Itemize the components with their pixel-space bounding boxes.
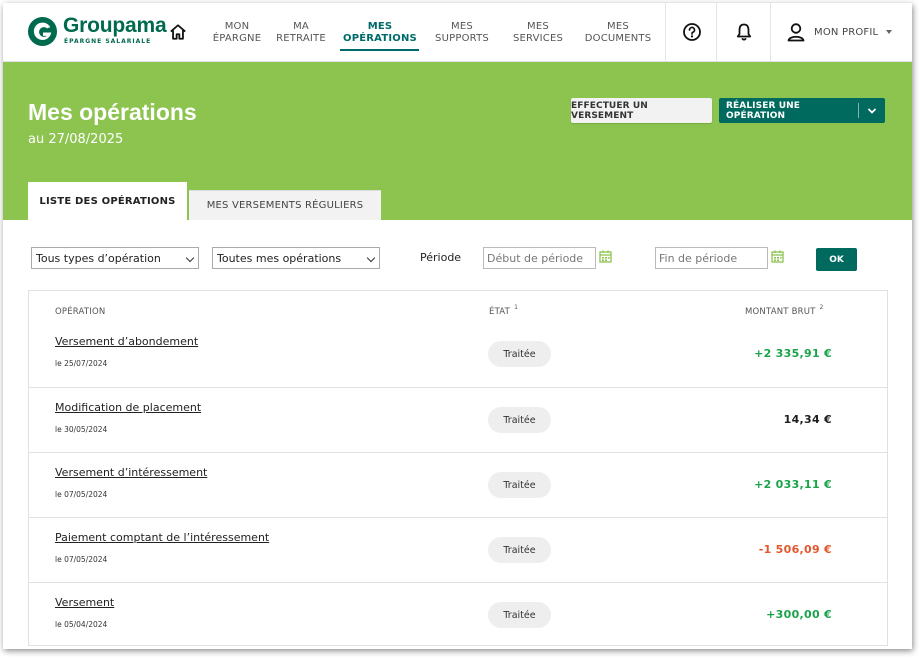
operation-date: le 25/07/2024 (55, 359, 108, 368)
page-title: Mes opérations (28, 99, 197, 125)
operations-table: OPÉRATION ÉTAT 1 MONTANT BRUT 2 Versement … (28, 290, 888, 646)
chevron-down-icon (366, 253, 376, 263)
operation-link[interactable]: Versement d’intéressement (55, 466, 207, 479)
type-operation-value: Tous types d’opération (36, 251, 161, 265)
header-divider (716, 3, 717, 62)
caret-down-icon (886, 30, 893, 34)
nav-label-line1: MA (293, 21, 309, 32)
nav-mes-operations[interactable]: MES OPÉRATIONS (339, 21, 421, 45)
table-row: Versement d’intéressement le 07/05/2024 … (29, 452, 887, 517)
column-header-etat: ÉTAT 1 (489, 304, 519, 317)
footnote-marker: 1 (514, 304, 519, 311)
status-badge: Traitée (488, 537, 551, 563)
nav-label-line1: MES (451, 21, 473, 32)
active-nav-indicator (340, 49, 419, 51)
table-row: Paiement comptant de l’intéressement le … (29, 517, 887, 582)
realiser-operation-label: RÉALISER UNE OPÉRATION (726, 100, 801, 121)
user-icon (787, 23, 805, 42)
operation-date: le 05/04/2024 (55, 620, 108, 629)
table-row: Versement d’abondement le 25/07/2024 Tra… (29, 322, 887, 387)
page-banner: Mes opérations au 27/08/2025 EFFECTUER U… (3, 62, 912, 220)
header-divider (665, 3, 666, 62)
table-row: Versement le 05/04/2024 Traitée +300,00 … (29, 582, 887, 647)
nav-ma-retraite[interactable]: MA RETRAITE (259, 21, 343, 45)
operation-link[interactable]: Versement (55, 596, 114, 609)
nav-label-line2: RETRAITE (276, 33, 326, 44)
table-row: Modification de placement le 30/05/2024 … (29, 387, 887, 452)
nav-label-line2: DOCUMENTS (584, 33, 652, 44)
chevron-down-icon[interactable] (859, 98, 885, 123)
home-icon[interactable] (169, 23, 187, 41)
operation-link[interactable]: Modification de placement (55, 401, 201, 414)
chevron-down-icon (185, 253, 195, 263)
column-header-label: OPÉRATION (55, 307, 106, 317)
fin-periode-input[interactable]: Fin de période (655, 247, 768, 269)
calendar-icon[interactable] (599, 250, 612, 263)
nav-mes-supports[interactable]: MES SUPPORTS (423, 21, 501, 45)
operation-date: le 07/05/2024 (55, 490, 108, 499)
profile-label: MON PROFIL (814, 26, 879, 38)
amount-value: +2 335,91 € (754, 347, 832, 360)
nav-mes-documents[interactable]: MES DOCUMENTS (577, 21, 659, 45)
mes-operations-value: Toutes mes opérations (217, 251, 342, 265)
status-badge: Traitée (488, 472, 551, 498)
status-badge: Traitée (488, 341, 551, 367)
nav-label-line2: SERVICES (512, 33, 564, 44)
nav-label-line2: OPÉRATIONS (343, 33, 417, 44)
column-header-montant: MONTANT BRUT 2 (745, 304, 824, 317)
groupama-logo-icon (27, 16, 58, 47)
nav-label-line1: MES (527, 21, 549, 32)
bell-icon[interactable] (734, 22, 754, 42)
ok-button[interactable]: OK (816, 248, 857, 271)
debut-periode-input[interactable]: Début de période (483, 247, 596, 269)
footnote-marker: 2 (819, 304, 824, 311)
operation-date: le 07/05/2024 (55, 555, 108, 564)
tab-versements-reguliers[interactable]: MES VERSEMENTS RÉGULIERS (189, 190, 381, 220)
amount-value: +2 033,11 € (754, 478, 832, 491)
amount-value: +300,00 € (766, 608, 832, 621)
app-window: Groupama ÉPARGNE SALARIALE MON ÉPARGNE M… (3, 3, 912, 649)
profile-menu[interactable]: MON PROFIL (786, 22, 893, 42)
header-divider (770, 3, 771, 62)
type-operation-select[interactable]: Tous types d’opération (31, 247, 199, 269)
operation-date: le 30/05/2024 (55, 425, 108, 434)
calendar-icon[interactable] (771, 250, 784, 263)
amount-value: -1 506,09 € (758, 543, 832, 556)
amount-value: 14,34 € (783, 413, 832, 426)
top-navigation: Groupama ÉPARGNE SALARIALE MON ÉPARGNE M… (3, 3, 912, 62)
brand-tagline: ÉPARGNE SALARIALE (64, 38, 152, 45)
status-badge: Traitée (488, 407, 551, 433)
mes-operations-select[interactable]: Toutes mes opérations (212, 247, 380, 269)
column-header-label: ÉTAT (489, 307, 511, 317)
realiser-operation-button[interactable]: RÉALISER UNE OPÉRATION (719, 98, 885, 123)
tab-liste-operations[interactable]: LISTE DES OPÉRATIONS (28, 182, 187, 220)
nav-mes-services[interactable]: MES SERVICES (499, 21, 577, 45)
page-date: au 27/08/2025 (28, 132, 124, 147)
column-header-label: MONTANT BRUT (745, 307, 816, 317)
status-badge: Traitée (488, 602, 551, 628)
help-icon[interactable] (682, 22, 702, 42)
periode-label: Période (420, 251, 462, 264)
nav-label-line1: MES (607, 21, 629, 32)
nav-label-line1: MES (367, 21, 393, 32)
nav-label-line2: SUPPORTS (435, 33, 489, 44)
brand-name: Groupama (63, 14, 167, 37)
column-header-operation: OPÉRATION (55, 307, 105, 317)
operation-link[interactable]: Paiement comptant de l’intéressement (55, 531, 269, 544)
effectuer-versement-button[interactable]: EFFECTUER UN VERSEMENT (571, 98, 712, 123)
groupama-logo[interactable]: Groupama ÉPARGNE SALARIALE (27, 14, 167, 50)
operation-link[interactable]: Versement d’abondement (55, 335, 198, 348)
